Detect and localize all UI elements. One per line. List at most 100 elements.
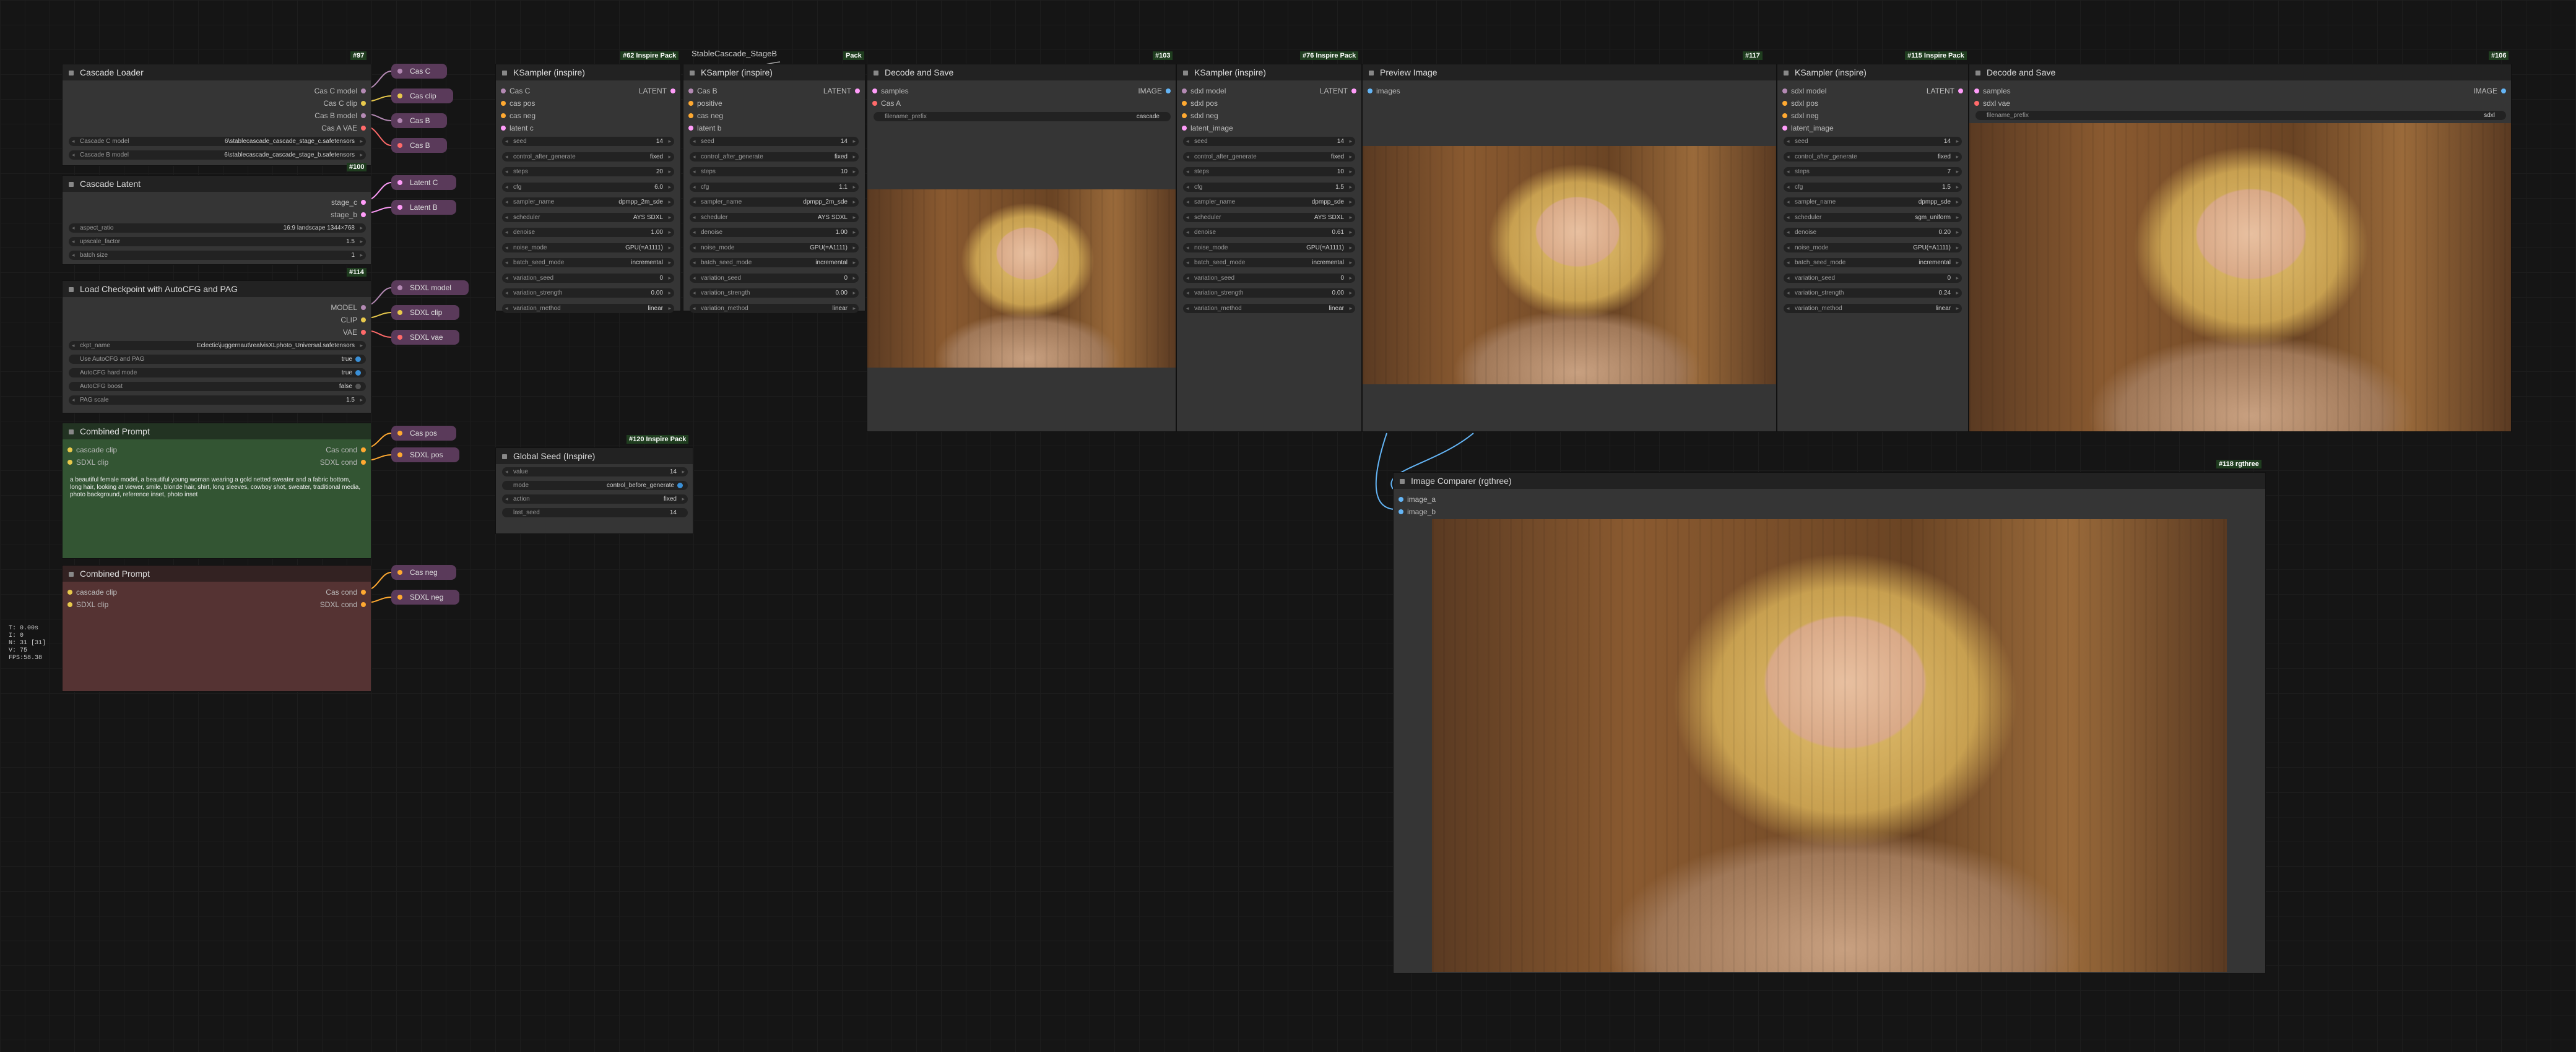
widget-scheduler[interactable]: scheduler sgm_uniform [1784,212,1962,222]
widget-steps[interactable]: steps 10 [1183,167,1355,176]
output-cas-cond[interactable]: Cas cond [326,446,366,454]
toggle-autocfg-hard-mode[interactable]: AutoCFG hard mode true [69,368,366,377]
widget-steps[interactable]: steps 7 [1784,167,1962,176]
widget-variation-seed[interactable]: variation_seed 0 [1183,273,1355,283]
output-latent[interactable]: LATENT [639,87,676,95]
widget-control-after-generate[interactable]: control_after_generate fixed [502,152,674,162]
widget-seed-action[interactable]: action fixed [502,494,688,504]
reroute-sdxl-clip[interactable]: SDXL clip [391,305,459,320]
input-samples[interactable]: samples [1974,87,2011,95]
output-cas-c-model[interactable]: Cas C model [314,87,366,95]
widget-sampler-name[interactable]: sampler_name dpmpp_sde [1183,197,1355,207]
input-samples[interactable]: samples [872,87,909,95]
widget-control-after-generate[interactable]: control_after_generate fixed [1784,152,1962,162]
node-preview-image[interactable]: Preview Image images [1362,64,1777,432]
input-negative[interactable]: cas neg [688,111,723,120]
widget-denoise[interactable]: denoise 1.00 [690,228,859,237]
widget-variation-method[interactable]: variation_method linear [1183,303,1355,313]
widget-sampler-name[interactable]: sampler_name dpmpp_sde [1784,197,1962,207]
input-images[interactable]: images [1368,87,1400,95]
node-ksampler-4[interactable]: KSampler (inspire) LATENT sdxl model sdx… [1777,64,1969,432]
input-negative[interactable]: sdxl neg [1182,111,1218,120]
widget-sampler-name[interactable]: sampler_name dpmpp_2m_sde [502,197,674,207]
widget-cfg[interactable]: cfg 1.5 [1183,182,1355,192]
widget-noise-mode[interactable]: noise_mode GPU(=A1111) [690,243,859,252]
widget-seed[interactable]: seed 14 [502,137,674,146]
widget-ckpt-name[interactable]: ckpt_name Eclectic\juggernaut\realvisXLph… [69,341,366,350]
output-clip[interactable]: CLIP [340,316,366,324]
widget-variation-seed[interactable]: variation_seed 0 [502,273,674,283]
widget-noise-mode[interactable]: noise_mode GPU(=A1111) [1183,243,1355,252]
widget-batch-seed-mode[interactable]: batch_seed_mode incremental [502,258,674,267]
input-vae[interactable]: sdxl vae [1974,99,2010,108]
widget-denoise[interactable]: denoise 0.20 [1784,228,1962,237]
output-latent[interactable]: LATENT [823,87,861,95]
widget-variation-seed[interactable]: variation_seed 0 [1784,273,1962,283]
widget-variation-method[interactable]: variation_method linear [502,303,674,313]
node-decode-and-save-1[interactable]: Decode and Save IMAGE samples Cas A file… [867,64,1176,432]
widget-seed[interactable]: seed 14 [690,137,859,146]
node-ksampler-1[interactable]: KSampler (inspire) LATENT Cas C cas pos … [495,64,681,313]
input-vae[interactable]: Cas A [872,99,901,108]
output-latent[interactable]: LATENT [1320,87,1357,95]
widget-aspect-ratio[interactable]: aspect_ratio 16:9 landscape 1344×768 [69,223,366,233]
reroute-sdxl-vae[interactable]: SDXL vae [391,330,459,345]
widget-batch-seed-mode[interactable]: batch_seed_mode incremental [1784,258,1962,267]
widget-variation-strength[interactable]: variation_strength 0.24 [1784,288,1962,298]
widget-noise-mode[interactable]: noise_mode GPU(=A1111) [1784,243,1962,252]
widget-cfg[interactable]: cfg 1.5 [1784,182,1962,192]
input-latent[interactable]: latent_image [1782,124,1834,132]
preview-image-display[interactable] [1363,146,1776,384]
widget-seed-value[interactable]: value 14 [502,467,688,476]
reroute-cas-pos[interactable]: Cas pos [391,426,456,441]
widget-control-after-generate[interactable]: control_after_generate fixed [1183,152,1355,162]
input-positive[interactable]: cas pos [501,99,535,108]
output-image[interactable]: IMAGE [1138,87,1171,95]
reroute-cas-a-vae[interactable]: Cas B [391,138,447,153]
output-cas-cond[interactable]: Cas cond [326,588,366,597]
output-cas-c-clip[interactable]: Cas C clip [323,99,366,108]
output-cas-a-vae[interactable]: Cas A VAE [321,124,366,132]
output-sdxl-cond[interactable]: SDXL cond [320,458,366,467]
input-sdxl-clip[interactable]: SDXL clip [67,600,108,609]
reroute-latent-c[interactable]: Latent C [391,175,456,190]
reroute-latent-b[interactable]: Latent B [391,200,456,215]
input-image-b[interactable]: image_b [1399,507,1436,516]
widget-scheduler[interactable]: scheduler AYS SDXL [502,212,674,222]
output-vae[interactable]: VAE [343,328,366,337]
node-combined-prompt-negative[interactable]: Combined Prompt cascade clip SDXL clip C… [62,565,371,692]
input-negative[interactable]: cas neg [501,111,536,120]
reroute-sdxl-neg[interactable]: SDXL neg [391,590,459,605]
output-image[interactable]: IMAGE [2473,87,2506,95]
widget-batch-size[interactable]: batch size 1 [69,251,366,260]
input-model[interactable]: sdxl model [1182,87,1226,95]
input-model[interactable]: Cas B [688,87,718,95]
widget-steps[interactable]: steps 10 [690,167,859,176]
widget-denoise[interactable]: denoise 1.00 [502,228,674,237]
input-latent[interactable]: latent_image [1182,124,1233,132]
output-stage-c[interactable]: stage_c [331,198,366,207]
input-negative[interactable]: sdxl neg [1782,111,1819,120]
node-decode-and-save-2[interactable]: Decode and Save IMAGE samples sdxl vae f… [1969,64,2512,432]
widget-variation-strength[interactable]: variation_strength 0.00 [1183,288,1355,298]
toggle-autocfg-boost[interactable]: AutoCFG boost false [69,382,366,391]
widget-cfg[interactable]: cfg 1.1 [690,182,859,192]
node-ksampler-2[interactable]: KSampler (inspire) LATENT Cas B positive… [683,64,865,313]
widget-seed[interactable]: seed 14 [1183,137,1355,146]
input-model[interactable]: sdxl model [1782,87,1826,95]
widget-cfg[interactable]: cfg 6.0 [502,182,674,192]
output-stage-b[interactable]: stage_b [331,210,366,219]
widget-cascade-c-model[interactable]: Cascade C model 6\stablecascade_cascade_s… [69,137,366,146]
widget-variation-strength[interactable]: variation_strength 0.00 [690,288,859,298]
reroute-sdxl-model[interactable]: SDXL model [391,280,469,295]
reroute-sdxl-pos[interactable]: SDXL pos [391,447,459,462]
node-image-comparer[interactable]: Image Comparer (rgthree) image_a image_b [1393,472,2266,973]
output-image-preview[interactable] [867,189,1176,368]
output-cas-b-model[interactable]: Cas B model [314,111,366,120]
widget-batch-seed-mode[interactable]: batch_seed_mode incremental [1183,258,1355,267]
node-combined-prompt-positive[interactable]: Combined Prompt cascade clip SDXL clip C… [62,423,371,559]
output-sdxl-cond[interactable]: SDXL cond [320,600,366,609]
input-cascade-clip[interactable]: cascade clip [67,588,117,597]
input-positive[interactable]: positive [688,99,722,108]
widget-upscale-factor[interactable]: upscale_factor 1.5 [69,237,366,246]
